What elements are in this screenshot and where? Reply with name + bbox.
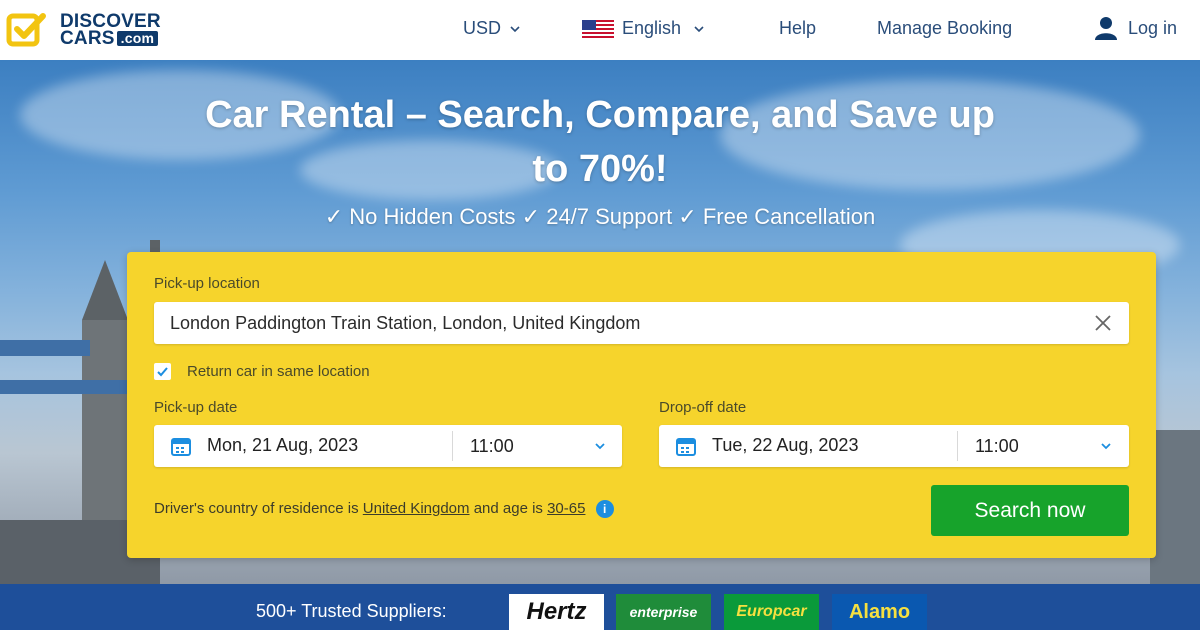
discovercars-logo[interactable]: DISCOVER CARS .com bbox=[6, 10, 161, 50]
divider bbox=[957, 431, 958, 461]
hero-banner: Car Rental – Search, Compare, and Save u… bbox=[0, 60, 1200, 584]
top-header: DISCOVER CARS .com USD English Help Mana… bbox=[0, 0, 1200, 60]
hero-title-line2: to 70%! bbox=[532, 148, 668, 190]
pickup-date-field[interactable]: Mon, 21 Aug, 2023 11:00 bbox=[154, 425, 622, 467]
enterprise-logo: enterprise bbox=[616, 594, 711, 630]
suppliers-bar: 500+ Trusted Suppliers: Hertz enterprise… bbox=[0, 584, 1200, 630]
logo-tld: .com bbox=[116, 31, 159, 46]
hero-title: Car Rental – Search, Compare, and Save u… bbox=[0, 88, 1200, 196]
return-same-location-checkbox[interactable] bbox=[154, 363, 171, 380]
manage-booking-link[interactable]: Manage Booking bbox=[877, 18, 1012, 39]
divider bbox=[452, 431, 453, 461]
calendar-icon bbox=[171, 438, 191, 456]
login-button[interactable]: Log in bbox=[1092, 16, 1177, 40]
chevron-down-icon[interactable] bbox=[1100, 440, 1112, 452]
dropoff-time-value: 11:00 bbox=[975, 436, 1019, 456]
alamo-logo: Alamo bbox=[832, 594, 927, 630]
logo-check-icon bbox=[6, 13, 46, 47]
logo-text-line2: CARS bbox=[60, 28, 115, 49]
chevron-down-icon bbox=[694, 25, 704, 32]
hero-subtitle: ✓ No Hidden Costs ✓ 24/7 Support ✓ Free … bbox=[324, 204, 876, 229]
driver-mid: and age is bbox=[473, 500, 543, 517]
manage-booking-label: Manage Booking bbox=[877, 18, 1013, 38]
pickup-location-label: Pick-up location bbox=[154, 275, 260, 292]
dropoff-date-label: Drop-off date bbox=[659, 399, 747, 416]
help-label: Help bbox=[779, 18, 817, 38]
us-flag-icon bbox=[582, 19, 614, 38]
driver-country-link[interactable]: United Kingdom bbox=[363, 500, 470, 517]
pickup-location-value: London Paddington Train Station, London,… bbox=[170, 312, 641, 333]
return-same-location-label: Return car in same location bbox=[187, 363, 370, 380]
hertz-logo: Hertz bbox=[509, 594, 604, 630]
currency-selector[interactable]: USD bbox=[463, 18, 521, 39]
help-link[interactable]: Help bbox=[779, 18, 816, 39]
chevron-down-icon bbox=[510, 25, 520, 32]
info-icon[interactable]: i bbox=[595, 500, 614, 519]
suppliers-label: 500+ Trusted Suppliers: bbox=[256, 601, 447, 621]
language-selector[interactable]: English bbox=[582, 18, 705, 39]
login-label: Log in bbox=[1128, 17, 1178, 38]
pickup-time-value: 11:00 bbox=[470, 436, 514, 456]
language-label: English bbox=[622, 18, 682, 38]
pickup-location-input[interactable]: London Paddington Train Station, London,… bbox=[154, 302, 1129, 344]
calendar-icon bbox=[676, 438, 696, 456]
pickup-date-value: Mon, 21 Aug, 2023 bbox=[207, 435, 359, 455]
pickup-date-label: Pick-up date bbox=[154, 399, 238, 416]
dropoff-date-value: Tue, 22 Aug, 2023 bbox=[712, 435, 859, 455]
currency-label: USD bbox=[463, 18, 502, 38]
user-icon bbox=[1095, 17, 1117, 40]
chevron-down-icon[interactable] bbox=[594, 440, 606, 452]
hero-title-line1: Car Rental – Search, Compare, and Save u… bbox=[205, 94, 995, 136]
driver-prefix: Driver's country of residence is bbox=[154, 500, 359, 517]
search-now-button[interactable]: Search now bbox=[931, 485, 1129, 536]
dropoff-date-field[interactable]: Tue, 22 Aug, 2023 11:00 bbox=[659, 425, 1129, 467]
checkmark-icon bbox=[157, 367, 168, 377]
close-icon[interactable] bbox=[1093, 313, 1113, 333]
europcar-logo: Europcar bbox=[724, 594, 819, 630]
building-image bbox=[1150, 430, 1200, 584]
driver-age-link[interactable]: 30-65 bbox=[547, 500, 585, 517]
driver-info: Driver's country of residence is United … bbox=[154, 500, 614, 519]
search-form: Pick-up location London Paddington Train… bbox=[127, 252, 1156, 558]
